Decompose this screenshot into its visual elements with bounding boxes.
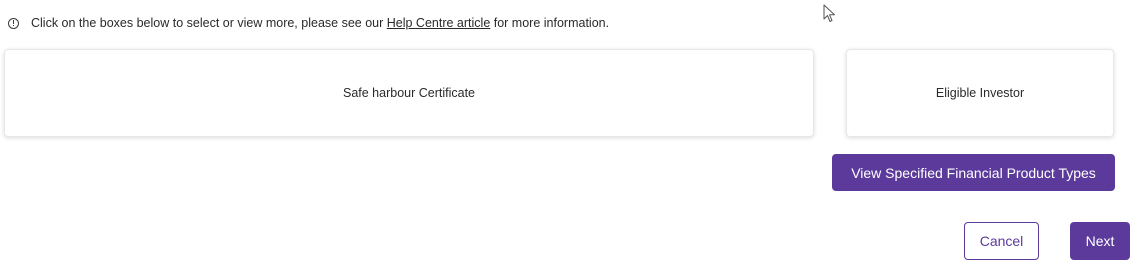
mouse-pointer-icon [823,4,835,22]
safe-harbour-certificate-card[interactable]: Safe harbour Certificate [4,49,814,137]
info-text-after: for more information. [493,16,610,30]
eligible-investor-card[interactable]: Eligible Investor [846,49,1114,137]
info-text-before: Click on the boxes below to select or vi… [31,16,384,30]
card-label: Eligible Investor [935,86,1025,100]
next-button[interactable]: Next [1070,222,1130,260]
card-label: Safe harbour Certificate [342,86,475,100]
help-centre-link[interactable]: Help Centre article [387,16,491,30]
info-message: Click on the boxes below to select or vi… [8,14,609,32]
view-specified-financial-product-types-button[interactable]: View Specified Financial Product Types [832,154,1115,191]
info-circle-icon [8,17,19,29]
cancel-button[interactable]: Cancel [964,222,1039,260]
